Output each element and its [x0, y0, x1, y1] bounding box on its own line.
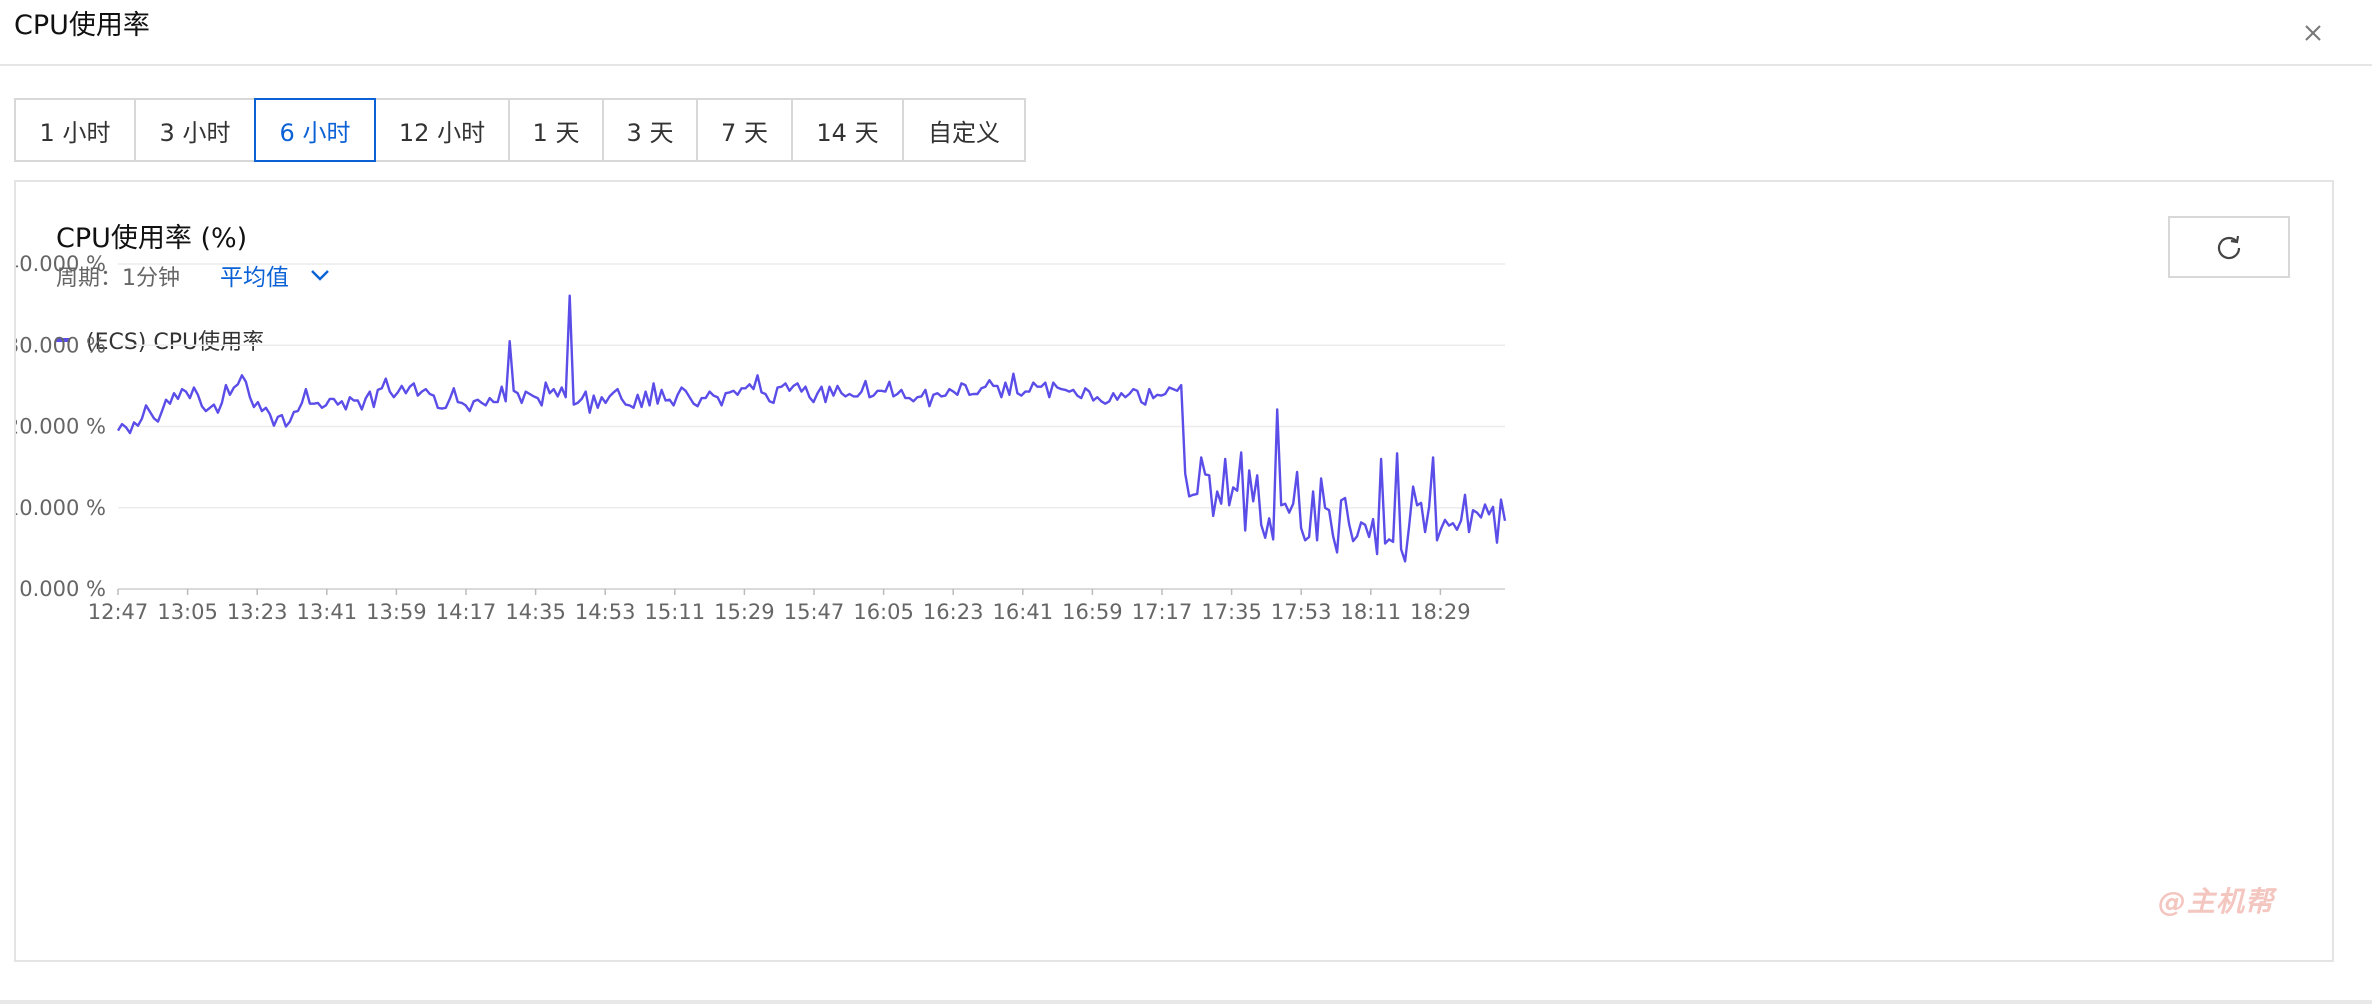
x-tick-label: 13:05	[157, 600, 218, 624]
y-tick-label: 20.000 %	[16, 415, 106, 439]
x-tick-label: 17:35	[1201, 600, 1262, 624]
y-tick-label: 10.000 %	[16, 496, 106, 520]
line-chart: 0.000 % 10.000 % 20.000 % 30.000 % 40.000 % 1…	[16, 252, 1507, 624]
x-tick-label: 13:59	[366, 600, 427, 624]
x-tick-label: 14:35	[505, 600, 566, 624]
range-14d-button[interactable]: 14 天	[791, 98, 904, 162]
x-tick-label: 12:47	[88, 600, 149, 624]
dialog-header: CPU使用率	[0, 0, 2372, 66]
x-tick-label: 17:17	[1132, 600, 1193, 624]
x-tick-label: 15:11	[645, 600, 706, 624]
x-tick-label: 16:05	[853, 600, 914, 624]
series-line-0[interactable]	[116, 294, 1507, 563]
x-tick-label: 15:29	[714, 600, 775, 624]
range-7d-button[interactable]: 7 天	[696, 98, 793, 162]
x-tick-label: 16:59	[1062, 600, 1123, 624]
x-tick-label: 14:17	[436, 600, 497, 624]
range-12h-button[interactable]: 12 小时	[374, 98, 510, 162]
x-tick-label: 13:41	[297, 600, 358, 624]
time-range-selector: 1 小时 3 小时 6 小时 12 小时 1 天 3 天 7 天 14 天 自定…	[14, 98, 1026, 162]
x-tick-label: 13:23	[227, 600, 288, 624]
y-tick-label: 0.000 %	[19, 577, 106, 601]
range-1h-button[interactable]: 1 小时	[14, 98, 136, 162]
x-tick-label: 18:11	[1341, 600, 1402, 624]
chart-panel: CPU使用率 (%) 周期：1分钟 平均值 (ECS) CPU使用率 0.000…	[14, 180, 2334, 962]
x-tick-label: 14:53	[575, 600, 636, 624]
x-tick-label: 15:47	[784, 600, 845, 624]
x-tick-label: 17:53	[1271, 600, 1332, 624]
range-6h-button[interactable]: 6 小时	[254, 98, 376, 162]
range-3d-button[interactable]: 3 天	[602, 98, 698, 162]
close-icon[interactable]	[2296, 16, 2330, 50]
y-tick-label: 30.000 %	[16, 333, 106, 357]
range-custom-button[interactable]: 自定义	[902, 98, 1026, 162]
range-3h-button[interactable]: 3 小时	[134, 98, 256, 162]
x-tick-label: 16:41	[993, 600, 1054, 624]
x-tick-label: 18:29	[1410, 600, 1471, 624]
dialog-title: CPU使用率	[14, 10, 150, 41]
watermark: @主机帮	[2158, 885, 2275, 918]
y-tick-label: 40.000 %	[16, 252, 106, 276]
divider	[0, 1000, 2372, 1004]
range-1d-button[interactable]: 1 天	[508, 98, 604, 162]
x-tick-label: 16:23	[923, 600, 984, 624]
